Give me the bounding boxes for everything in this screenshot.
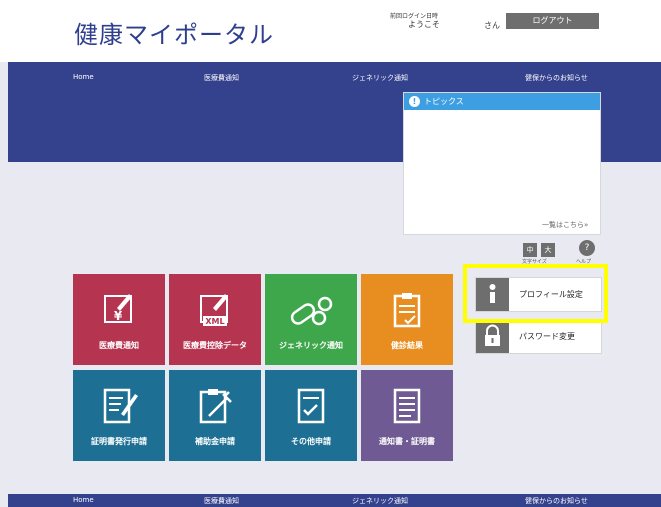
yen-pen-icon: ¥: [104, 294, 132, 323]
topics-more-link[interactable]: 一覧はこちら»: [542, 220, 588, 230]
tile-checkup-results[interactable]: 健診結果: [361, 274, 453, 365]
honorific: さん: [484, 21, 500, 30]
tile-label: 医療費控除データ: [183, 341, 247, 350]
tile-other-request[interactable]: その他申請: [265, 370, 357, 461]
nav-home[interactable]: Home: [73, 73, 94, 81]
tile-label: 健診結果: [391, 341, 423, 350]
tile-notices-certificates[interactable]: 通知書・証明書: [361, 370, 453, 461]
password-change-button[interactable]: パスワード変更: [475, 319, 602, 354]
help-button[interactable]: ?: [579, 240, 595, 256]
tile-label: 証明書発行申請: [91, 437, 147, 446]
tile-deduction-data[interactable]: XML 医療費控除データ: [169, 274, 261, 365]
welcome-text: ようこそ: [408, 20, 440, 29]
tile-label: その他申請: [291, 437, 331, 446]
footer-generic-notice[interactable]: ジェネリック通知: [352, 496, 408, 506]
pills-icon: [290, 296, 333, 326]
tile-label: 医療費通知: [99, 341, 139, 350]
logout-button[interactable]: ログアウト: [506, 13, 599, 29]
topics-panel: ! トピックス 一覧はこちら»: [403, 92, 601, 235]
tile-label: ジェネリック通知: [279, 341, 343, 350]
tile-label: 通知書・証明書: [379, 437, 435, 446]
document-pen-icon: [103, 388, 138, 424]
topics-header: ! トピックス: [404, 93, 600, 110]
document-lines-icon: [393, 388, 421, 424]
nav-news[interactable]: 健保からのお知らせ: [525, 73, 588, 83]
svg-text:¥: ¥: [114, 309, 123, 323]
topics-title: トピックス: [424, 97, 464, 106]
lock-icon: [476, 320, 509, 353]
font-medium-button[interactable]: 中: [523, 243, 537, 257]
info-icon: !: [409, 96, 420, 107]
site-logo[interactable]: 健康マイポータル: [74, 15, 274, 50]
svg-text:XML: XML: [205, 317, 224, 326]
tile-certificate-request[interactable]: 証明書発行申請: [73, 370, 165, 461]
xml-pen-icon: XML: [200, 294, 228, 326]
clipboard-icon: [393, 293, 421, 328]
tile-medical-notice[interactable]: ¥ 医療費通知: [73, 274, 165, 365]
nav-generic-notice[interactable]: ジェネリック通知: [352, 73, 408, 83]
footer-news[interactable]: 健保からのお知らせ: [525, 496, 588, 506]
tile-subsidy-request[interactable]: 補助金申請: [169, 370, 261, 461]
footer-nav: Home 医療費通知 ジェネリック通知 健保からのお知らせ: [8, 494, 661, 507]
tile-label: 補助金申請: [195, 437, 235, 446]
highlight-box: [463, 264, 608, 323]
document-check-icon: [297, 388, 325, 424]
font-large-button[interactable]: 大: [541, 243, 555, 257]
footer-medical-notice[interactable]: 医療費通知: [204, 496, 239, 506]
clipboard-injection-icon: [199, 389, 232, 424]
nav-medical-notice[interactable]: 医療費通知: [204, 73, 239, 83]
tile-generic-notice[interactable]: ジェネリック通知: [265, 274, 357, 365]
password-change-label: パスワード変更: [519, 332, 575, 341]
footer-home[interactable]: Home: [73, 496, 94, 504]
